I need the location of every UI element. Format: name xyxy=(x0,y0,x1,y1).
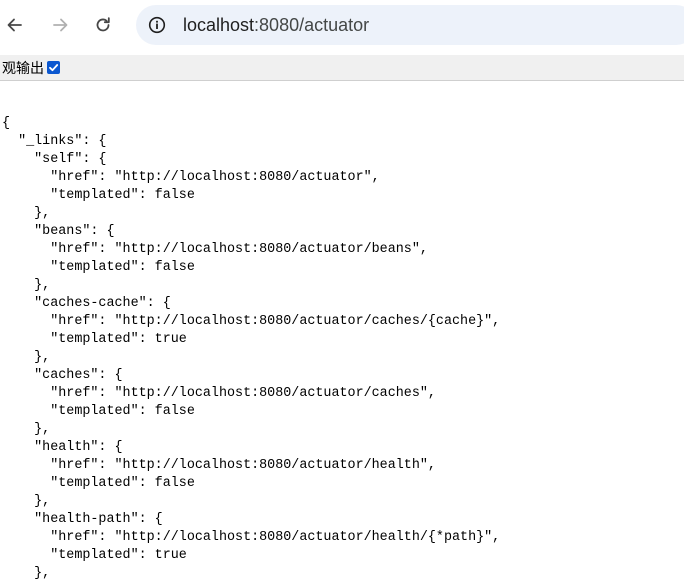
json-line: "caches": { xyxy=(2,368,123,383)
json-line: }, xyxy=(2,206,51,221)
checkmark-icon xyxy=(49,64,59,72)
json-line: "href": "http://localhost:8080/actuator"… xyxy=(2,170,380,185)
site-info-button[interactable] xyxy=(146,14,168,36)
json-line: "href": "http://localhost:8080/actuator/… xyxy=(2,314,501,329)
json-line: "href": "http://localhost:8080/actuator/… xyxy=(2,458,436,473)
json-line: "templated": false xyxy=(2,404,195,419)
json-line: "health": { xyxy=(2,440,123,455)
reload-button[interactable] xyxy=(88,10,118,40)
pretty-print-checkbox[interactable] xyxy=(47,61,60,74)
json-output: { "_links": { "self": { "href": "http://… xyxy=(2,115,500,583)
url-text[interactable]: localhost:8080/actuator xyxy=(183,15,369,35)
browser-toolbar: localhost:8080/actuator xyxy=(0,0,684,52)
reload-icon xyxy=(96,17,110,32)
back-button[interactable] xyxy=(0,10,30,40)
json-line: "templated": true xyxy=(2,332,187,347)
json-line: "templated": false xyxy=(2,260,195,275)
address-bar[interactable]: localhost:8080/actuator xyxy=(136,5,684,45)
json-line: }, xyxy=(2,494,51,509)
json-line: "templated": true xyxy=(2,548,187,563)
json-line: }, xyxy=(2,422,51,437)
json-line: "href": "http://localhost:8080/actuator/… xyxy=(2,530,501,545)
url-path: :8080/actuator xyxy=(254,15,370,35)
forward-arrow-icon xyxy=(53,18,68,32)
pretty-print-label: 观输出 xyxy=(2,60,44,77)
json-line: "health-path": { xyxy=(2,512,163,527)
json-line: "href": "http://localhost:8080/actuator/… xyxy=(2,386,436,401)
site-info-icon xyxy=(148,16,166,34)
json-line: "templated": false xyxy=(2,476,195,491)
forward-button[interactable] xyxy=(45,10,75,40)
back-arrow-icon xyxy=(7,18,22,32)
json-line: "self": { xyxy=(2,152,107,167)
json-line: "caches-cache": { xyxy=(2,296,171,311)
json-line: }, xyxy=(2,566,51,581)
json-line: "beans": { xyxy=(2,224,115,239)
pretty-print-bar: 观输出 xyxy=(0,55,684,81)
json-line: { xyxy=(2,116,11,131)
json-line: }, xyxy=(2,278,51,293)
json-line: "_links": { xyxy=(2,134,107,149)
url-host: localhost xyxy=(183,15,255,35)
json-line: "templated": false xyxy=(2,188,195,203)
json-line: }, xyxy=(2,350,51,365)
json-line: "href": "http://localhost:8080/actuator/… xyxy=(2,242,428,257)
